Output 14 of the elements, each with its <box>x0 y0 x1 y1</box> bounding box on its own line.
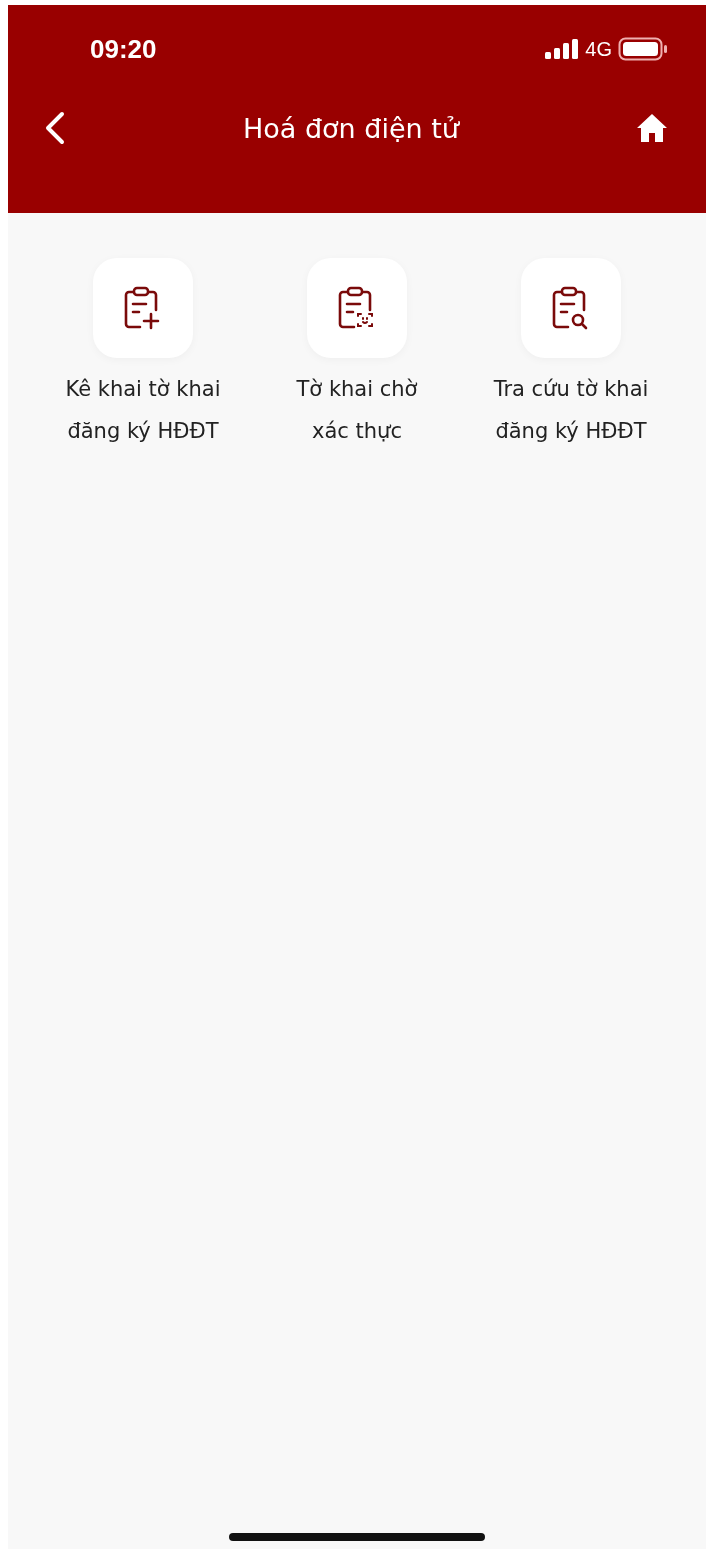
action-label: Kê khai tờ khai đăng ký HĐĐT <box>65 376 221 445</box>
action-label: Tra cứu tờ khai đăng ký HĐĐT <box>493 376 649 445</box>
status-time: 09:20 <box>90 33 157 65</box>
network-type: 4G <box>585 37 612 61</box>
action-label: Tờ khai chờ xác thực <box>296 376 418 445</box>
action-tile[interactable] <box>521 258 621 358</box>
signal-icon <box>545 39 580 59</box>
clipboard-face-scan-icon <box>338 286 376 330</box>
screen-title: Hoá đơn điện tử <box>243 112 459 144</box>
clipboard-search-icon <box>552 286 590 330</box>
action-tile[interactable] <box>93 258 193 358</box>
clipboard-plus-icon <box>124 286 162 330</box>
action-tile[interactable] <box>307 258 407 358</box>
battery-icon <box>618 37 668 61</box>
